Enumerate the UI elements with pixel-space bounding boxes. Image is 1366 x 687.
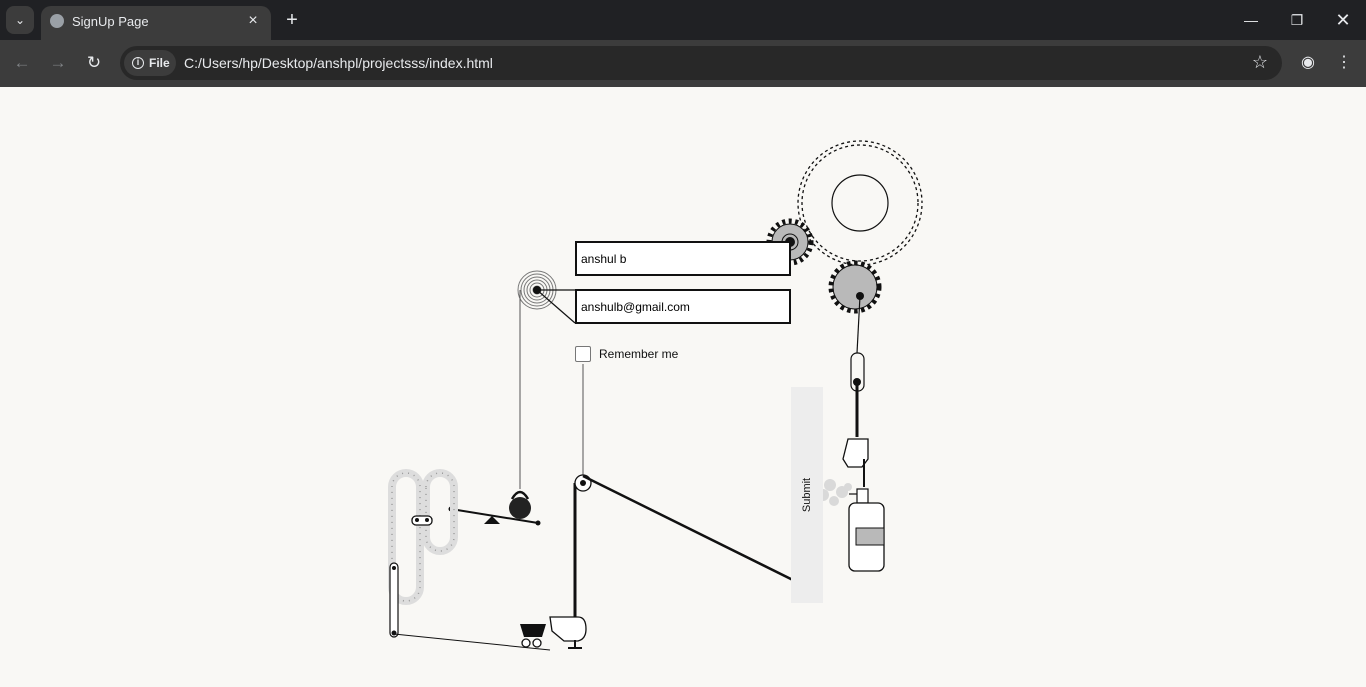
globe-icon [50,14,64,28]
close-tab-icon[interactable]: × [243,11,263,31]
remember-me-row[interactable]: Remember me [575,346,678,362]
hand-icon [549,616,587,649]
file-chip-label: File [149,56,170,70]
forward-button[interactable]: → [46,51,70,75]
new-tab-button[interactable]: + [281,9,303,31]
minimize-icon[interactable]: — [1239,8,1263,32]
spray-bottle-icon [848,488,885,572]
restore-icon[interactable]: ❐ [1285,8,1309,32]
menu-icon[interactable]: ⋮ [1332,51,1356,75]
email-field[interactable] [575,289,791,324]
middle-gear-icon [828,260,882,314]
site-info-chip[interactable]: i File [124,50,176,76]
tab-search-button[interactable]: ⌄ [6,6,34,34]
reload-button[interactable]: ↻ [82,51,106,75]
big-gear-icon [797,140,923,266]
back-button[interactable]: ← [10,51,34,75]
address-bar[interactable]: i File C:/Users/hp/Desktop/anshpl/projec… [120,46,1282,80]
cart-icon [520,624,546,648]
hand-icon [842,438,869,487]
tab-strip: ⌄ SignUp Page × + — ❐ ✕ [0,0,1366,40]
tab-signup[interactable]: SignUp Page × [41,6,271,40]
submit-button[interactable]: Submit [791,387,823,603]
url-text: C:/Users/hp/Desktop/anshpl/projectsss/in… [184,55,493,71]
rube-goldberg-machine [388,140,923,651]
close-window-icon[interactable]: ✕ [1331,8,1355,32]
conveyor-chain-icon [388,469,458,605]
submit-label: Submit [801,477,813,513]
tab-title: SignUp Page [72,14,149,29]
chevron-down-icon: ⌄ [14,13,26,27]
profile-icon[interactable]: ◉ [1296,51,1320,75]
bookmark-star-icon[interactable]: ☆ [1252,52,1268,73]
kettlebell-icon [509,490,531,519]
page-viewport: Remember me Submit [0,87,1366,687]
remember-me-label: Remember me [599,347,679,361]
name-field[interactable] [575,241,791,276]
browser-chrome: ⌄ SignUp Page × + — ❐ ✕ ← → ↻ i File C:/… [0,0,1366,87]
info-icon: i [132,57,144,69]
remember-me-checkbox[interactable] [575,346,591,362]
